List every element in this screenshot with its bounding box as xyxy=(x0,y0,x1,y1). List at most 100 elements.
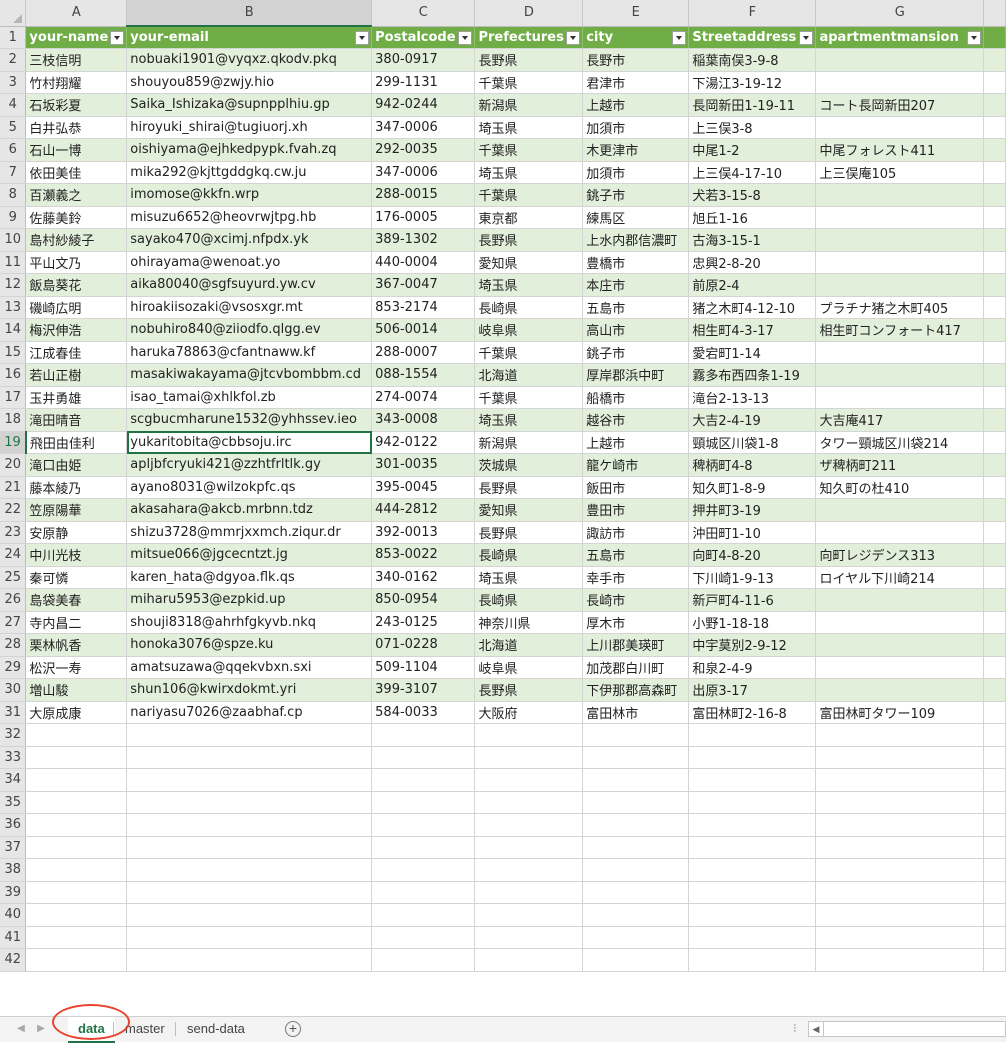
cell-a30[interactable]: 増山駿 xyxy=(25,678,128,702)
cell-d10[interactable]: 長野県 xyxy=(474,228,584,252)
row-number[interactable]: 23 xyxy=(0,521,27,544)
empty-cell[interactable] xyxy=(688,858,817,882)
cell-f29[interactable]: 和泉2-4-9 xyxy=(688,656,817,679)
cell-overflow[interactable] xyxy=(983,453,1006,477)
row-number[interactable]: 10 xyxy=(0,228,27,252)
sheet-nav-next-icon[interactable]: ▶ xyxy=(36,1023,46,1035)
row-number[interactable]: 24 xyxy=(0,543,27,567)
row-number[interactable]: 16 xyxy=(0,363,27,387)
empty-cell[interactable] xyxy=(688,926,817,949)
cell-b13[interactable]: hiroakiisozaki@vsosxgr.mt xyxy=(126,296,373,319)
cell-c23[interactable]: 392-0013 xyxy=(371,521,476,544)
cell-c13[interactable]: 853-2174 xyxy=(371,296,476,319)
filter-dropdown-icon[interactable] xyxy=(566,30,581,45)
empty-cell[interactable] xyxy=(983,836,1006,859)
cell-b6[interactable]: oishiyama@ejhkedpypk.fvah.zq xyxy=(126,138,373,162)
cell-f11[interactable]: 忠興2-8-20 xyxy=(688,251,817,274)
cell-b30[interactable]: shun106@kwirxdokmt.yri xyxy=(126,678,373,702)
column-header-c[interactable]: C xyxy=(371,0,476,27)
cell-overflow[interactable] xyxy=(983,48,1006,72)
empty-cell[interactable] xyxy=(126,768,373,792)
cell-b29[interactable]: amatsuzawa@qqekvbxn.sxi xyxy=(126,656,373,679)
cell-e10[interactable]: 上水内郡信濃町 xyxy=(582,228,690,252)
filter-dropdown-icon[interactable] xyxy=(799,30,814,45)
cell-a10[interactable]: 島村紗綾子 xyxy=(25,228,128,252)
row-number[interactable]: 22 xyxy=(0,498,27,522)
table-header-cell-overflow[interactable] xyxy=(983,26,1006,49)
cell-a14[interactable]: 梅沢伸浩 xyxy=(25,318,128,342)
cell-b3[interactable]: shouyou859@zwjy.hio xyxy=(126,71,373,94)
cell-e25[interactable]: 幸手市 xyxy=(582,566,690,589)
cell-f30[interactable]: 出原3-17 xyxy=(688,678,817,702)
table-header-cell[interactable]: your-name xyxy=(25,26,128,49)
cell-d8[interactable]: 千葉県 xyxy=(474,183,584,207)
cell-g15[interactable] xyxy=(815,341,984,364)
cell-g21[interactable]: 知久町の杜410 xyxy=(815,476,984,499)
cell-d13[interactable]: 長崎県 xyxy=(474,296,584,319)
add-sheet-button[interactable]: + xyxy=(285,1021,301,1037)
cell-c30[interactable]: 399-3107 xyxy=(371,678,476,702)
cell-b27[interactable]: shouji8318@ahrhfgkyvb.nkq xyxy=(126,611,373,634)
cell-f20[interactable]: 稗柄町4-8 xyxy=(688,453,817,477)
cell-a11[interactable]: 平山文乃 xyxy=(25,251,128,274)
cell-g10[interactable] xyxy=(815,228,984,252)
cell-g22[interactable] xyxy=(815,498,984,522)
cell-b25[interactable]: karen_hata@dgyoa.flk.qs xyxy=(126,566,373,589)
cell-overflow[interactable] xyxy=(983,408,1006,432)
cell-e6[interactable]: 木更津市 xyxy=(582,138,690,162)
row-number[interactable]: 17 xyxy=(0,386,27,409)
empty-cell[interactable] xyxy=(983,723,1006,747)
cell-f7[interactable]: 上三俣4-17-10 xyxy=(688,161,817,184)
row-number[interactable]: 38 xyxy=(0,858,27,882)
row-number[interactable]: 26 xyxy=(0,588,27,612)
cell-f15[interactable]: 愛宕町1-14 xyxy=(688,341,817,364)
cell-overflow[interactable] xyxy=(983,656,1006,679)
cell-g20[interactable]: ザ稗柄町211 xyxy=(815,453,984,477)
row-number[interactable]: 40 xyxy=(0,903,27,927)
cell-e3[interactable]: 君津市 xyxy=(582,71,690,94)
cell-b2[interactable]: nobuaki1901@vyqxz.qkodv.pkq xyxy=(126,48,373,72)
cell-a19[interactable]: 飛田由佳利 xyxy=(25,431,128,454)
cell-e4[interactable]: 上越市 xyxy=(582,93,690,117)
cell-d31[interactable]: 大阪府 xyxy=(474,701,584,724)
row-number[interactable]: 33 xyxy=(0,746,27,769)
cell-overflow[interactable] xyxy=(983,588,1006,612)
cell-a6[interactable]: 石山一博 xyxy=(25,138,128,162)
cell-g25[interactable]: ロイヤル下川崎214 xyxy=(815,566,984,589)
cell-c25[interactable]: 340-0162 xyxy=(371,566,476,589)
cell-b15[interactable]: haruka78863@cfantnaww.kf xyxy=(126,341,373,364)
sheet-nav-prev-icon[interactable]: ◀ xyxy=(16,1023,26,1035)
empty-cell[interactable] xyxy=(582,768,690,792)
empty-cell[interactable] xyxy=(582,836,690,859)
cell-g4[interactable]: コート長岡新田207 xyxy=(815,93,984,117)
cell-g13[interactable]: プラチナ猪之木町405 xyxy=(815,296,984,319)
cell-e7[interactable]: 加須市 xyxy=(582,161,690,184)
cell-e5[interactable]: 加須市 xyxy=(582,116,690,139)
empty-cell[interactable] xyxy=(25,903,128,927)
row-number[interactable]: 9 xyxy=(0,206,27,229)
cell-a12[interactable]: 飯島葵花 xyxy=(25,273,128,297)
cell-c16[interactable]: 088-1554 xyxy=(371,363,476,387)
empty-cell[interactable] xyxy=(474,926,584,949)
cell-overflow[interactable] xyxy=(983,678,1006,702)
cell-a8[interactable]: 百瀬義之 xyxy=(25,183,128,207)
cell-g8[interactable] xyxy=(815,183,984,207)
cell-g7[interactable]: 上三俣庵105 xyxy=(815,161,984,184)
cell-overflow[interactable] xyxy=(983,206,1006,229)
cell-f18[interactable]: 大吉2-4-19 xyxy=(688,408,817,432)
cell-c29[interactable]: 509-1104 xyxy=(371,656,476,679)
cell-a27[interactable]: 寺内昌二 xyxy=(25,611,128,634)
empty-cell[interactable] xyxy=(126,858,373,882)
cell-e11[interactable]: 豊橋市 xyxy=(582,251,690,274)
row-number[interactable]: 41 xyxy=(0,926,27,949)
row-number[interactable]: 12 xyxy=(0,273,27,297)
empty-cell[interactable] xyxy=(126,836,373,859)
empty-cell[interactable] xyxy=(25,948,128,972)
cell-overflow[interactable] xyxy=(983,386,1006,409)
cell-a23[interactable]: 安原静 xyxy=(25,521,128,544)
cell-overflow[interactable] xyxy=(983,566,1006,589)
cell-overflow[interactable] xyxy=(983,476,1006,499)
cell-f23[interactable]: 沖田町1-10 xyxy=(688,521,817,544)
row-number[interactable]: 28 xyxy=(0,633,27,657)
cell-g30[interactable] xyxy=(815,678,984,702)
